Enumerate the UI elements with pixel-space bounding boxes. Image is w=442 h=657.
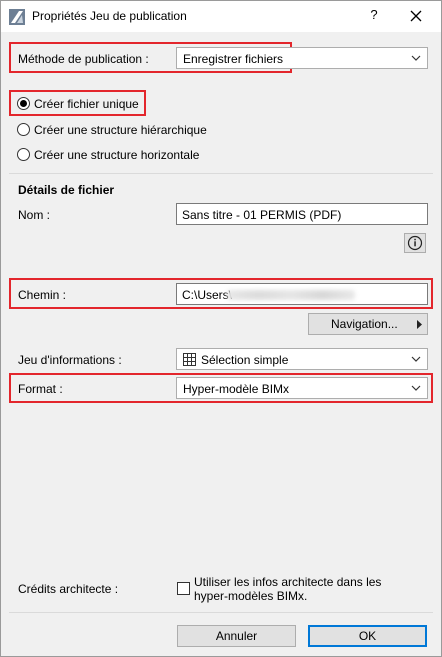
divider <box>9 612 433 613</box>
option-single-file-label: Créer fichier unique <box>34 97 139 111</box>
ok-button[interactable]: OK <box>308 625 427 647</box>
help-button[interactable]: ? <box>365 7 383 27</box>
credits-label: Crédits architecte : <box>18 582 119 596</box>
table-icon <box>183 353 196 366</box>
name-field[interactable]: Sans titre - 01 PERMIS (PDF) <box>176 203 428 225</box>
path-redaction <box>227 290 355 300</box>
chevron-down-icon <box>411 356 421 362</box>
format-label: Format : <box>18 382 63 396</box>
method-label: Méthode de publication : <box>18 52 149 66</box>
option-flat-label: Créer une structure horizontale <box>34 148 200 162</box>
name-value: Sans titre - 01 PERMIS (PDF) <box>182 208 342 222</box>
format-value: Hyper-modèle BIMx <box>183 382 290 396</box>
name-label: Nom : <box>18 208 51 222</box>
ok-button-label: OK <box>358 629 377 643</box>
info-set-value: Sélection simple <box>201 353 289 367</box>
chevron-right-icon <box>417 320 422 329</box>
cancel-button-label: Annuler <box>215 629 258 643</box>
browse-button-label: Navigation... <box>331 317 398 331</box>
cancel-button[interactable]: Annuler <box>177 625 296 647</box>
divider <box>9 173 433 174</box>
path-field[interactable]: C:\Users\ <box>176 283 428 305</box>
format-select[interactable]: Hyper-modèle BIMx <box>176 377 428 399</box>
use-architect-info-checkbox[interactable] <box>177 582 190 595</box>
window-title: Propriétés Jeu de publication <box>32 9 187 23</box>
archicad-app-icon <box>9 9 25 25</box>
info-icon[interactable] <box>404 233 426 253</box>
file-details-heading: Détails de fichier <box>18 183 115 197</box>
browse-button[interactable]: Navigation... <box>308 313 428 335</box>
publication-properties-dialog: Propriétés Jeu de publication ? Méthode … <box>0 0 442 657</box>
credits-checkbox-line2: hyper-modèles BIMx. <box>194 589 308 603</box>
radio-single-file[interactable] <box>17 97 30 110</box>
method-value: Enregistrer fichiers <box>183 52 284 66</box>
chevron-down-icon <box>411 385 421 391</box>
info-set-label: Jeu d'informations : <box>18 353 122 367</box>
close-icon[interactable] <box>405 5 427 27</box>
title-bar: Propriétés Jeu de publication ? <box>1 1 441 32</box>
chevron-down-icon <box>411 55 421 61</box>
info-set-select[interactable]: Sélection simple <box>176 348 428 370</box>
path-label: Chemin : <box>18 288 67 302</box>
radio-flat[interactable] <box>17 148 30 161</box>
path-value: C:\Users\ <box>182 288 233 302</box>
radio-hierarchical[interactable] <box>17 123 30 136</box>
credits-checkbox-line1: Utiliser les infos architecte dans les <box>194 575 382 589</box>
method-select[interactable]: Enregistrer fichiers <box>176 47 428 69</box>
option-hierarchical-label: Créer une structure hiérarchique <box>34 123 207 137</box>
